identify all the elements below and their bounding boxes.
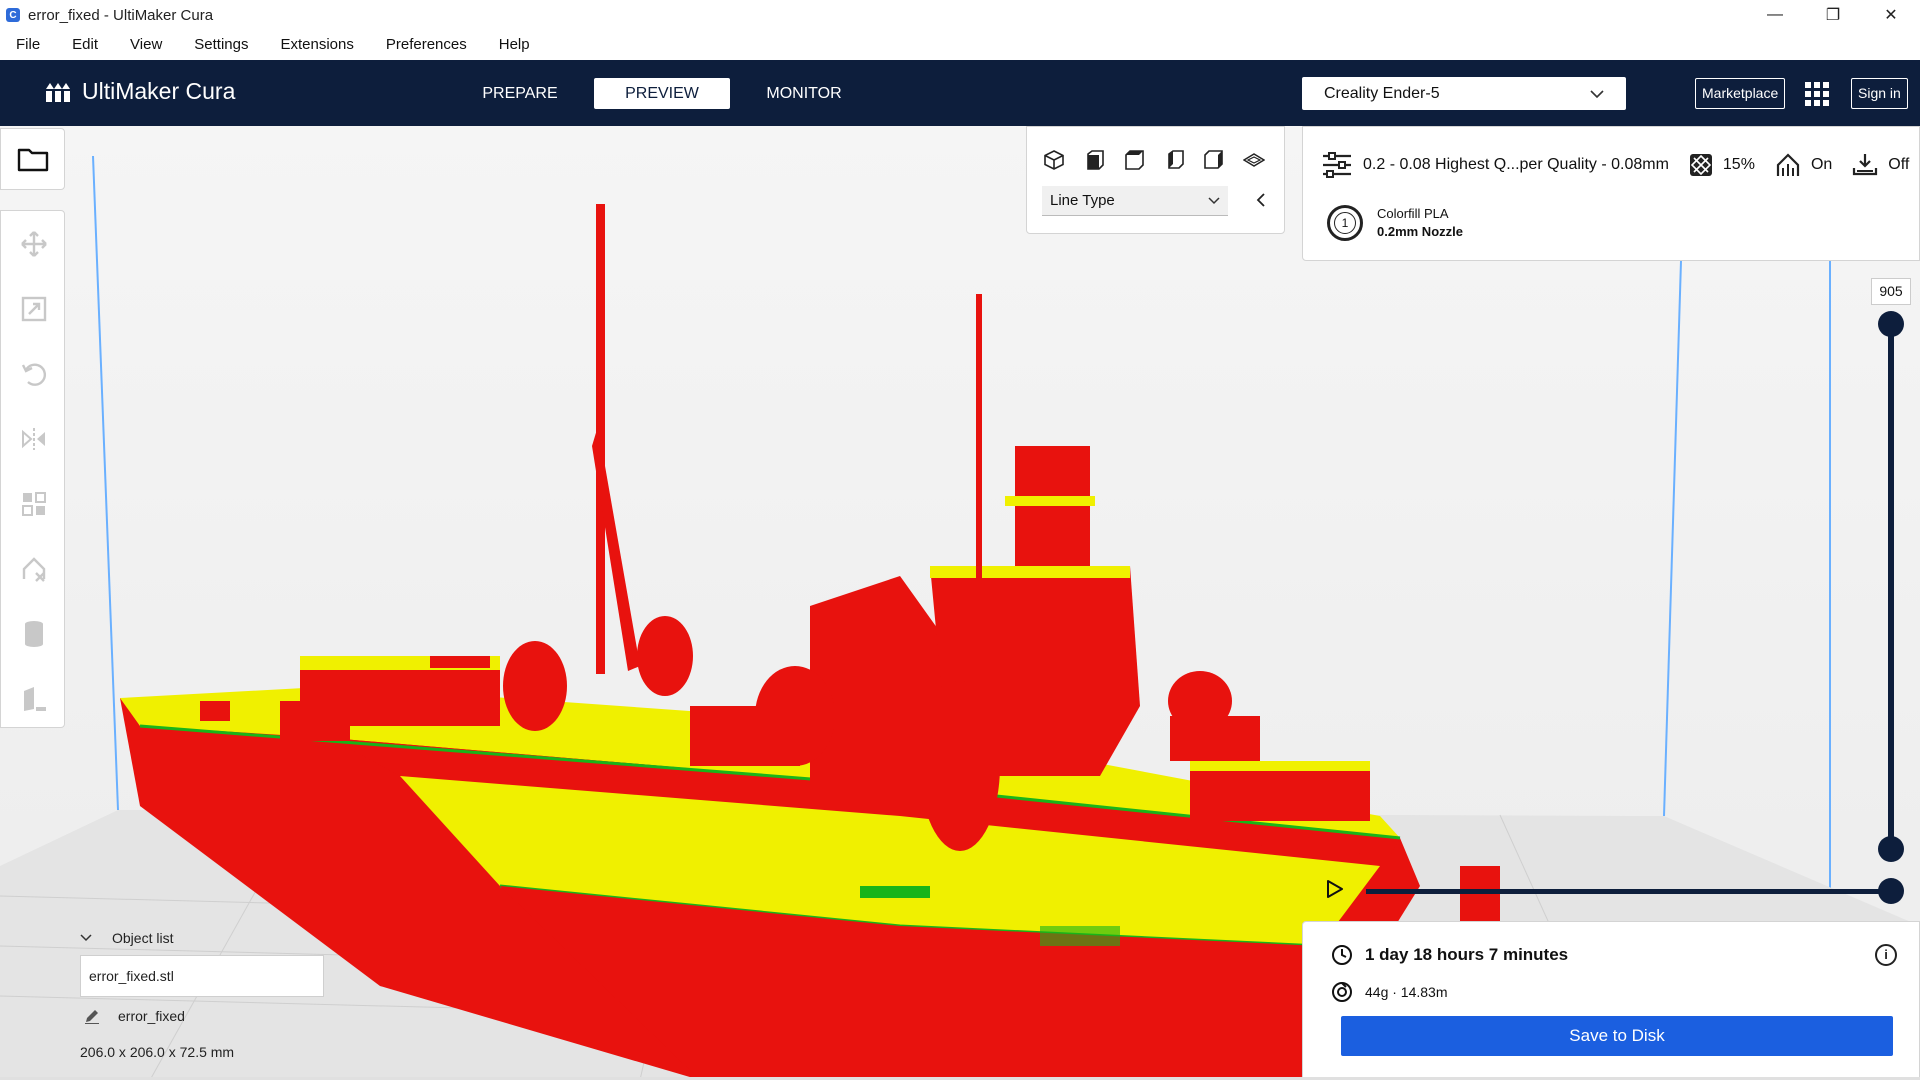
right-view-icon[interactable] bbox=[1203, 149, 1225, 171]
info-button[interactable]: i bbox=[1875, 944, 1897, 966]
x-ray-view-icon[interactable] bbox=[1243, 149, 1265, 171]
move-tool[interactable] bbox=[1, 211, 66, 276]
transform-toolbar bbox=[0, 210, 65, 728]
printer-name: Creality Ender-5 bbox=[1324, 84, 1440, 102]
tab-preview[interactable]: PREVIEW bbox=[594, 78, 730, 109]
cylinder-icon bbox=[24, 620, 43, 647]
object-name-row[interactable]: error_fixed bbox=[84, 1008, 185, 1024]
path-slider-handle[interactable] bbox=[1878, 878, 1904, 904]
object-dimensions: 206.0 x 206.0 x 72.5 mm bbox=[80, 1044, 235, 1060]
play-icon[interactable] bbox=[1326, 879, 1344, 899]
object-name: error_fixed bbox=[118, 1008, 185, 1024]
menu-bar: File Edit View Settings Extensions Prefe… bbox=[0, 30, 1920, 60]
window-title: error_fixed - UltiMaker Cura bbox=[28, 6, 214, 24]
print-time: 1 day 18 hours 7 minutes bbox=[1365, 945, 1569, 964]
menu-view[interactable]: View bbox=[114, 30, 178, 60]
profile-name: 0.2 - 0.08 Highest Q...per Quality - 0.0… bbox=[1363, 156, 1669, 173]
support-blocker-tool[interactable] bbox=[1, 536, 66, 601]
menu-help[interactable]: Help bbox=[483, 30, 546, 60]
path-slider-track[interactable] bbox=[1366, 889, 1892, 894]
menu-preferences[interactable]: Preferences bbox=[370, 30, 483, 60]
color-scheme-value: Line Type bbox=[1050, 192, 1115, 209]
close-button[interactable]: ✕ bbox=[1862, 0, 1920, 30]
per-model-settings-icon bbox=[21, 491, 46, 516]
layer-slider-track[interactable] bbox=[1888, 320, 1894, 850]
color-scheme-dropdown[interactable]: Line Type bbox=[1042, 186, 1228, 216]
app-header: UltiMaker Cura PREPARE PREVIEW MONITOR C… bbox=[0, 60, 1920, 126]
front-view-icon[interactable] bbox=[1083, 149, 1105, 171]
extruder-number: 1 bbox=[1334, 212, 1356, 234]
3d-view-icon[interactable] bbox=[1043, 149, 1065, 171]
minimize-button[interactable]: — bbox=[1746, 0, 1804, 30]
stage-tabs: PREPARE PREVIEW MONITOR bbox=[452, 78, 878, 109]
material-name: Colorfill PLA bbox=[1377, 206, 1449, 221]
rotate-tool[interactable] bbox=[1, 341, 66, 406]
object-list-title: Object list bbox=[112, 930, 174, 946]
material-usage: 44g · 14.83m bbox=[1365, 984, 1448, 1000]
adhesion-icon bbox=[1853, 154, 1878, 176]
apps-grid-icon[interactable] bbox=[1805, 82, 1831, 106]
per-model-settings-tool[interactable] bbox=[1, 471, 66, 536]
object-list-toggle[interactable]: Object list bbox=[80, 930, 173, 946]
folder-icon bbox=[17, 148, 48, 172]
menu-settings[interactable]: Settings bbox=[178, 30, 264, 60]
ultimaker-logo-icon bbox=[46, 82, 70, 102]
support-blocker-icon bbox=[22, 556, 45, 582]
adhesion-value: Off bbox=[1888, 156, 1910, 173]
window-titlebar: C error_fixed - UltiMaker Cura — ❐ ✕ bbox=[0, 0, 1920, 30]
menu-extensions[interactable]: Extensions bbox=[264, 30, 369, 60]
sign-in-button[interactable]: Sign in bbox=[1851, 78, 1908, 109]
clock-icon bbox=[1332, 945, 1352, 965]
open-file-button[interactable] bbox=[0, 128, 65, 190]
current-layer-number[interactable]: 905 bbox=[1871, 278, 1911, 305]
collapse-panel-button[interactable] bbox=[1251, 189, 1271, 211]
extruder-badge: 1 bbox=[1327, 205, 1363, 241]
print-settings-panel[interactable]: 0.2 - 0.08 Highest Q...per Quality - 0.0… bbox=[1302, 126, 1920, 261]
layer-slider-upper-handle[interactable] bbox=[1878, 311, 1904, 337]
infill-value: 15% bbox=[1722, 156, 1755, 173]
printer-selector[interactable]: Creality Ender-5 bbox=[1302, 77, 1626, 110]
chevron-left-icon bbox=[1256, 193, 1265, 207]
layer-slider-lower-handle[interactable] bbox=[1878, 836, 1904, 862]
app-logo: UltiMaker Cura bbox=[44, 78, 235, 105]
tab-prepare[interactable]: PREPARE bbox=[452, 78, 588, 109]
menu-file[interactable]: File bbox=[0, 30, 56, 60]
arrange-icon bbox=[23, 686, 46, 711]
move-arrows-icon bbox=[20, 230, 47, 257]
save-to-disk-button[interactable]: Save to Disk bbox=[1341, 1016, 1893, 1056]
object-file-entry[interactable]: error_fixed.stl bbox=[80, 955, 324, 997]
left-view-icon[interactable] bbox=[1163, 149, 1185, 171]
tab-monitor[interactable]: MONITOR bbox=[736, 78, 872, 109]
view-orientation-panel: Line Type bbox=[1026, 126, 1285, 234]
support-icon bbox=[1776, 153, 1800, 176]
arrange-tool[interactable] bbox=[1, 666, 66, 731]
restore-button[interactable]: ❐ bbox=[1804, 0, 1862, 30]
mirror-icon bbox=[21, 427, 45, 450]
scale-tool[interactable] bbox=[1, 276, 66, 341]
mirror-tool[interactable] bbox=[1, 406, 66, 471]
rotate-icon bbox=[21, 363, 46, 386]
support-value: On bbox=[1810, 156, 1833, 173]
chevron-down-icon bbox=[1590, 89, 1604, 98]
print-information-panel: 1 day 18 hours 7 minutes i 44g · 14.83m … bbox=[1302, 921, 1920, 1080]
infill-icon bbox=[1689, 154, 1712, 176]
marketplace-button[interactable]: Marketplace bbox=[1695, 78, 1786, 109]
top-view-icon[interactable] bbox=[1123, 149, 1145, 171]
chevron-down-icon bbox=[1208, 196, 1220, 204]
spool-icon bbox=[1332, 982, 1352, 1002]
nozzle-size: 0.2mm Nozzle bbox=[1377, 224, 1463, 239]
scale-icon bbox=[21, 296, 46, 321]
cura-app-icon: C bbox=[6, 8, 20, 22]
menu-edit[interactable]: Edit bbox=[56, 30, 114, 60]
chevron-down-icon bbox=[80, 934, 92, 942]
settings-sliders-icon bbox=[1323, 152, 1351, 178]
logo-text: UltiMaker Cura bbox=[82, 78, 236, 104]
mesh-tools-tool[interactable] bbox=[1, 601, 66, 666]
pencil-icon bbox=[85, 1010, 99, 1024]
